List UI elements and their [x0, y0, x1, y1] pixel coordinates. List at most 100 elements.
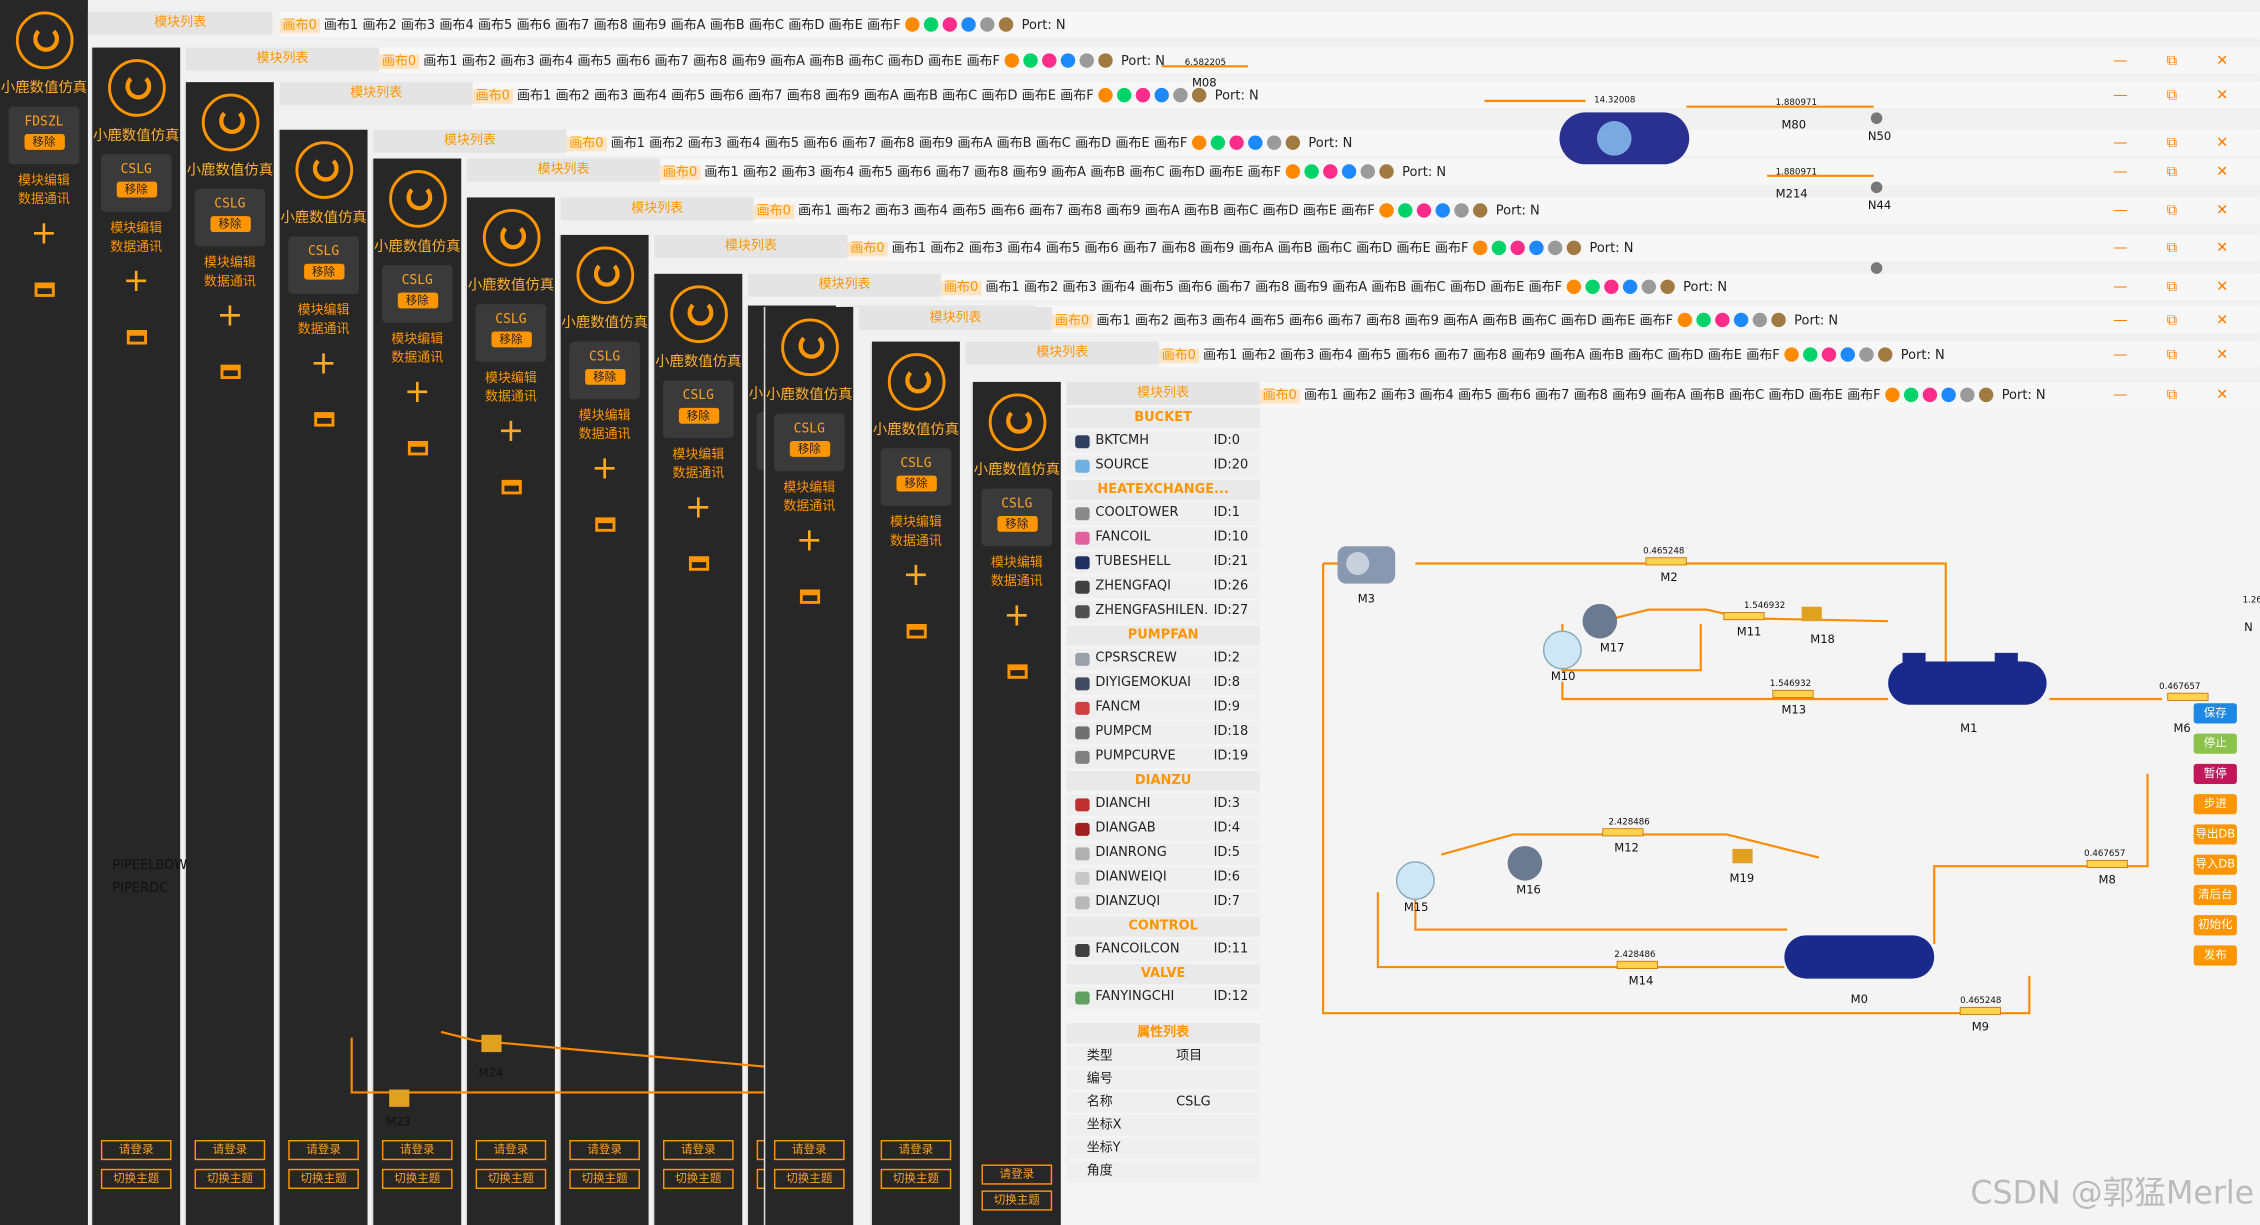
folder-icon[interactable] [313, 412, 334, 427]
module-item[interactable]: FANCOIL ID:10 [1066, 527, 1260, 550]
tab-canvas-5[interactable]: 画布5 [478, 18, 512, 32]
module-edit-link[interactable]: 模块编辑数据通讯 [0, 173, 88, 210]
tab-canvas-2[interactable]: 画布2 [930, 241, 964, 255]
tab-canvas-3[interactable]: 画布3 [1063, 280, 1097, 294]
tab-canvas-1[interactable]: 画布1 [1096, 313, 1130, 327]
module-item[interactable]: COOLTOWER ID:1 [1066, 502, 1260, 525]
tab-canvas-3[interactable]: 画布3 [969, 241, 1003, 255]
tab-canvas-1[interactable]: 画布1 [517, 89, 551, 103]
node-label-m0[interactable]: M0 [1851, 993, 1868, 1006]
add-project-button[interactable]: + [654, 490, 742, 526]
action-button[interactable]: 清后台 [2193, 884, 2237, 906]
login-button[interactable]: 请登录 [475, 1139, 547, 1161]
status-dot[interactable] [1696, 312, 1711, 327]
tab-canvas-13[interactable]: 画布D [1768, 388, 1804, 402]
tab-canvas-1[interactable]: 画布1 [324, 18, 358, 32]
folder-icon[interactable] [219, 364, 240, 380]
folder-icon[interactable] [500, 479, 522, 495]
tab-canvas-10[interactable]: 画布A [1239, 241, 1274, 255]
status-dot[interactable] [1454, 202, 1469, 217]
module-edit-link[interactable]: 模块编辑数据通讯 [973, 555, 1061, 592]
tab-canvas-5[interactable]: 画布5 [577, 54, 611, 68]
node-label-m17[interactable]: M17 [1600, 641, 1625, 654]
status-dot[interactable] [1154, 87, 1169, 102]
project-card[interactable]: CSLG 移除 [569, 341, 640, 400]
status-dot[interactable] [1229, 134, 1244, 150]
status-dot[interactable] [1360, 163, 1375, 178]
login-button[interactable]: 请登录 [773, 1139, 845, 1161]
tab-canvas-8[interactable]: 画布8 [880, 136, 914, 150]
tab-canvas-3[interactable]: 画布3 [594, 89, 628, 103]
action-button[interactable]: 导入DB [2193, 854, 2237, 875]
tab-canvas-2[interactable]: 画布2 [1242, 348, 1276, 362]
tab-canvas-0[interactable]: 画布0 [1158, 348, 1199, 363]
node-label-m2[interactable]: M2 [1660, 571, 1677, 584]
status-dot[interactable] [1341, 163, 1356, 178]
status-dot[interactable] [1098, 87, 1113, 102]
tab-canvas-12[interactable]: 画布C [848, 54, 883, 68]
tab-canvas-4[interactable]: 画布4 [1101, 280, 1135, 294]
tab-canvas-5[interactable]: 画布5 [671, 89, 705, 103]
tab-canvas-14[interactable]: 画布E [829, 18, 863, 32]
tab-canvas-3[interactable]: 画布3 [1174, 313, 1208, 327]
tab-canvas-12[interactable]: 画布C [942, 89, 977, 103]
tab-canvas-6[interactable]: 画布6 [1396, 348, 1430, 362]
tab-canvas-5[interactable]: 画布5 [1458, 388, 1492, 402]
status-dot[interactable] [1622, 278, 1638, 294]
tab-canvas-3[interactable]: 画布3 [1381, 388, 1415, 402]
module-section-header[interactable]: HEATEXCHANGE... [1066, 479, 1260, 501]
remove-button[interactable]: 移除 [895, 475, 937, 492]
module-item[interactable]: FANCM ID:9 [1066, 697, 1260, 720]
status-dot[interactable] [1004, 52, 1019, 68]
status-dot[interactable] [1098, 52, 1113, 68]
add-project-button[interactable]: + [92, 264, 180, 300]
action-button[interactable]: 初始化 [2193, 915, 2237, 936]
add-project-button[interactable]: + [973, 598, 1061, 634]
tab-canvas-7[interactable]: 画布7 [1535, 388, 1569, 402]
tab-canvas-1[interactable]: 画布1 [704, 165, 738, 179]
status-dot[interactable] [1079, 52, 1094, 68]
window-controls[interactable]: — ⧉ ✕ [2113, 313, 2245, 329]
module-edit-link[interactable]: 模块编辑数据通讯 [186, 255, 274, 292]
folder-icon[interactable] [126, 330, 147, 345]
folder-icon[interactable] [594, 517, 615, 532]
node-label-m11[interactable]: M11 [1737, 625, 1762, 638]
tab-canvas-10[interactable]: 画布A [1332, 280, 1367, 294]
tab-canvas-2[interactable]: 画布2 [462, 54, 496, 68]
tab-canvas-4[interactable]: 画布4 [726, 136, 760, 150]
tab-canvas-1[interactable]: 画布1 [1203, 348, 1237, 362]
tab-canvas-3[interactable]: 画布3 [1280, 348, 1314, 362]
tab-canvas-13[interactable]: 画布D [1075, 136, 1111, 150]
remove-button[interactable]: 移除 [397, 292, 438, 309]
status-dot[interactable] [1379, 163, 1394, 178]
tab-canvas-15[interactable]: 画布F [867, 18, 900, 32]
node-label-m12[interactable]: M12 [1614, 842, 1639, 855]
module-section-header[interactable]: DIANZU [1066, 771, 1260, 792]
status-dot[interactable] [979, 16, 995, 31]
folder-icon[interactable] [407, 441, 428, 456]
property-row[interactable]: 编号 [1066, 1069, 1260, 1090]
window-controls[interactable]: — ⧉ ✕ [2113, 53, 2245, 69]
folder-icon[interactable] [905, 624, 927, 639]
project-card[interactable]: CSLG 移除 [662, 380, 734, 439]
tab-canvas-0[interactable]: 画布0 [566, 136, 607, 151]
property-row[interactable]: 名称 CSLG [1066, 1092, 1260, 1113]
tab-canvas-5[interactable]: 画布5 [765, 136, 799, 150]
module-edit-link[interactable]: 模块编辑数据通讯 [373, 331, 461, 368]
status-dot[interactable] [1821, 346, 1836, 362]
window-controls[interactable]: — ⧉ ✕ [2113, 388, 2245, 404]
theme-button[interactable]: 切换主题 [288, 1168, 359, 1189]
tab-canvas-2[interactable]: 画布2 [1135, 313, 1169, 327]
module-item[interactable]: CPSRSCREW ID:2 [1066, 648, 1260, 671]
module-item[interactable]: TUBESHELL ID:21 [1066, 551, 1260, 574]
tab-canvas-7[interactable]: 画布7 [555, 18, 589, 32]
remove-button[interactable]: 移除 [789, 441, 830, 457]
tab-canvas-14[interactable]: 画布E [1490, 280, 1524, 294]
tab-canvas-11[interactable]: 画布B [1278, 241, 1313, 255]
tab-canvas-14[interactable]: 画布E [1115, 136, 1149, 150]
module-item[interactable]: FANYINGCHI ID:12 [1066, 987, 1260, 1009]
tab-canvas-7[interactable]: 画布7 [1328, 313, 1362, 327]
status-dot[interactable] [1191, 87, 1207, 102]
tab-canvas-8[interactable]: 画布8 [1366, 313, 1400, 327]
status-dot[interactable] [1491, 239, 1506, 255]
